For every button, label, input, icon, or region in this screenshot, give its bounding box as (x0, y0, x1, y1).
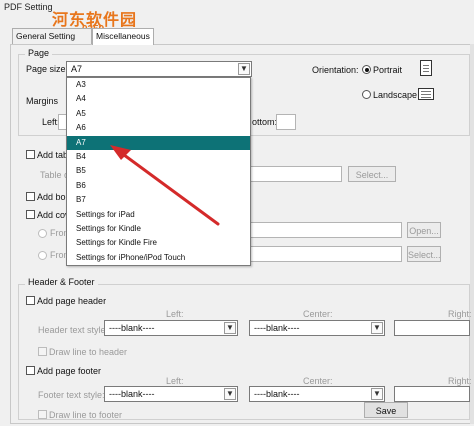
annotation-arrow-icon (110, 145, 220, 226)
